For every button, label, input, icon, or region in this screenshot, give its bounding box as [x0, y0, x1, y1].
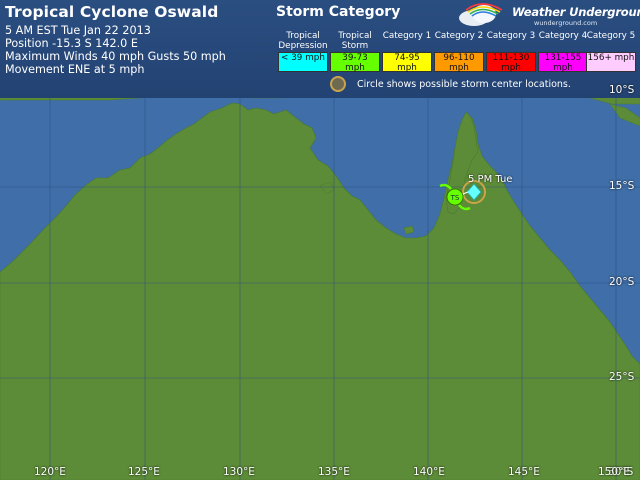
- lon-label-125e: 125°E: [128, 466, 160, 478]
- legend-title: Storm Category: [276, 4, 401, 20]
- brand-logo: Weather Underground wunderground.com: [454, 1, 640, 29]
- legend-category-swatch: 156+ mph: [586, 52, 636, 72]
- lat-label-15s: 15°S: [609, 180, 635, 192]
- legend-category-label: Category 5: [586, 31, 636, 41]
- legend-category-td: Tropical Depression < 39 mph: [277, 31, 329, 72]
- brand-name: Weather Underground: [512, 5, 640, 19]
- legend-category-2: Category 2 96-110 mph: [433, 31, 485, 73]
- legend-category-label: Category 4: [538, 31, 588, 41]
- storm-winds: Maximum Winds 40 mph Gusts 50 mph: [5, 50, 226, 63]
- forecast-time-label: 5 PM Tue: [468, 174, 513, 185]
- lon-label-120e: 120°E: [34, 466, 66, 478]
- lat-label-25s: 25°S: [609, 371, 635, 383]
- map-stage: TS Tropical Cyclone Oswald 5 AM EST Tue …: [0, 0, 640, 480]
- legend-category-label: Category 3: [486, 31, 536, 41]
- legend-category-ts: Tropical Storm 39-73 mph: [329, 31, 381, 73]
- legend-category-5: Category 5 156+ mph: [585, 31, 637, 72]
- storm-movement: Movement ENE at 5 mph: [5, 63, 145, 76]
- storm-position: Position -15.3 S 142.0 E: [5, 37, 138, 50]
- legend-category-label: Tropical Depression: [278, 31, 328, 51]
- legend-category-label: Category 2: [434, 31, 484, 41]
- lat-label-20s: 20°S: [609, 276, 635, 288]
- storm-title: Tropical Cyclone Oswald: [5, 3, 219, 21]
- legend-category-1: Category 1 74-95 mph: [381, 31, 433, 73]
- legend-category-label: Tropical Storm: [338, 31, 372, 51]
- circle-note-text: Circle shows possible storm center locat…: [357, 79, 571, 90]
- legend-category-4: Category 4 131-155 mph: [537, 31, 589, 73]
- advisory-time: 5 AM EST Tue Jan 22 2013: [5, 24, 151, 37]
- legend-category-swatch: 74-95 mph: [382, 52, 432, 73]
- legend-category-label: Category 1: [382, 31, 432, 41]
- lat-label-10s: 10°S: [609, 84, 635, 96]
- lon-label-135e: 135°E: [318, 466, 350, 478]
- weather-underground-icon: [459, 3, 503, 26]
- legend-category-swatch: < 39 mph: [278, 52, 328, 72]
- lon-label-145e: 145°E: [508, 466, 540, 478]
- legend-category-swatch: 111-130 mph: [486, 52, 536, 73]
- circle-icon: [330, 76, 346, 92]
- legend-category-swatch: 96-110 mph: [434, 52, 484, 73]
- legend-category-3: Category 3 111-130 mph: [485, 31, 537, 73]
- legend-category-swatch: 39-73 mph: [330, 52, 380, 73]
- lon-label-140e: 140°E: [413, 466, 445, 478]
- lon-label-150e: 150°E: [598, 466, 630, 478]
- brand-url: wunderground.com: [534, 19, 598, 27]
- legend-category-swatch: 131-155 mph: [538, 52, 588, 73]
- lon-label-130e: 130°E: [223, 466, 255, 478]
- storm-symbol-label: TS: [450, 194, 460, 202]
